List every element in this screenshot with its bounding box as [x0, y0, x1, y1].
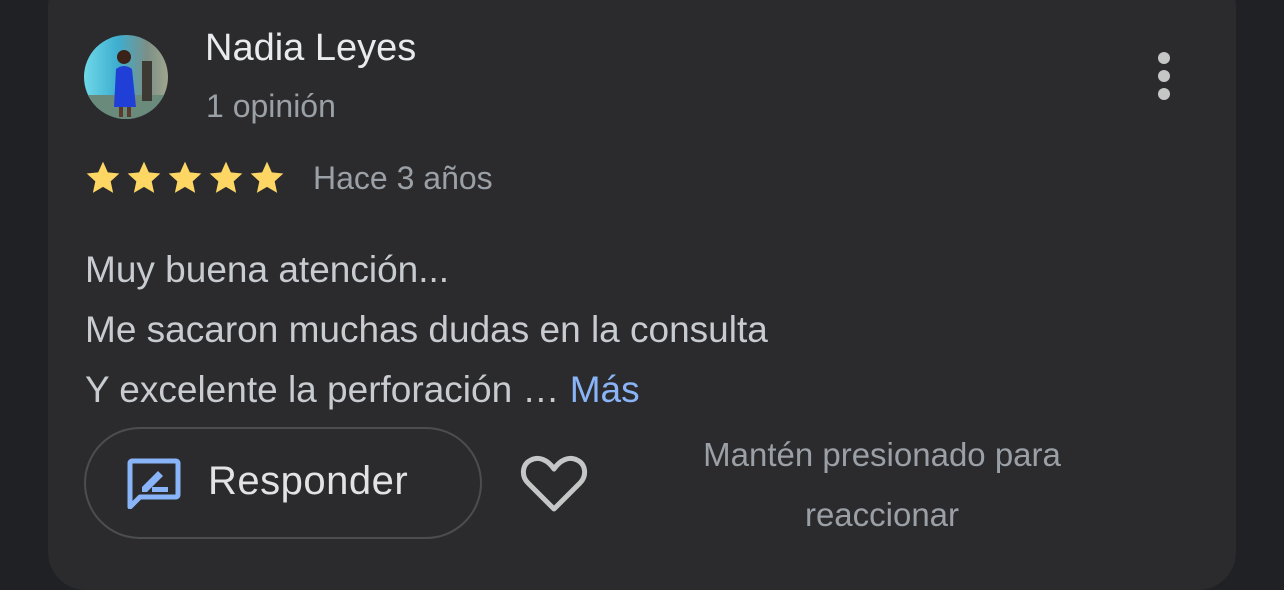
more-vert-icon-dot [1158, 88, 1170, 100]
star-icon [250, 161, 284, 193]
star-icon [86, 161, 120, 193]
review-text-line-content: Y excelente la perforación … [85, 369, 560, 410]
review-timestamp: Hace 3 años [313, 160, 493, 196]
author-review-count: 1 opinión [206, 88, 336, 124]
reply-button[interactable]: Responder [84, 427, 482, 539]
review-text: Muy buena atención... Me sacaron muchas … [85, 240, 768, 420]
like-button[interactable] [520, 452, 588, 516]
more-vert-icon-dot [1158, 70, 1170, 82]
more-options-button[interactable] [1140, 46, 1188, 106]
reply-button-label: Responder [208, 459, 409, 503]
rate-review-icon [127, 458, 181, 509]
star-rating [83, 158, 287, 198]
star-icon [127, 161, 161, 193]
heart-outline-icon [521, 455, 587, 512]
author-name[interactable]: Nadia Leyes [205, 27, 416, 70]
star-icon [168, 161, 202, 193]
review-text-line: Me sacaron muchas dudas en la consulta [85, 309, 768, 350]
more-vert-icon [1158, 52, 1170, 64]
star-icon [209, 161, 243, 193]
review-text-line: Muy buena atención... [85, 249, 450, 290]
read-more-link[interactable]: Más [570, 369, 640, 410]
avatar[interactable] [84, 35, 168, 119]
review-text-line: Y excelente la perforación … Más [85, 360, 768, 420]
react-hint: Mantén presionado para reaccionar [703, 436, 1061, 533]
